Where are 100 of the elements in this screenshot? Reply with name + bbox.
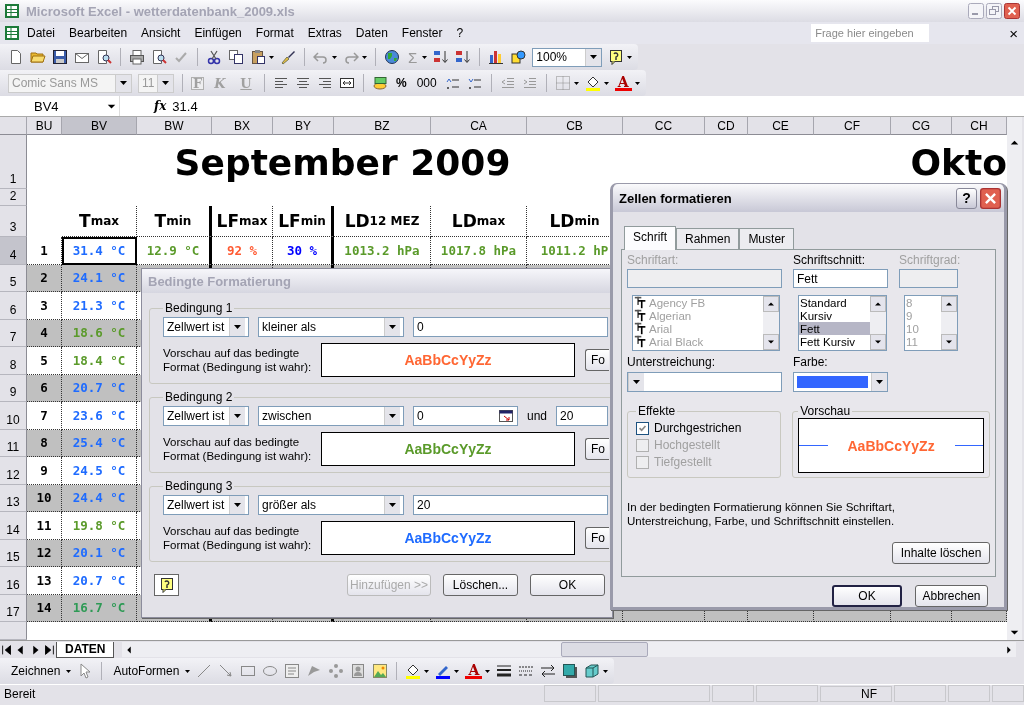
shadow-square-icon[interactable] <box>562 663 579 679</box>
bar-chart-icon[interactable] <box>488 49 505 65</box>
caret-icon[interactable] <box>234 414 241 418</box>
row-header[interactable]: 15 <box>0 539 27 567</box>
column-header[interactable]: BZ <box>334 117 431 135</box>
image-icon[interactable] <box>372 663 389 679</box>
caret-icon[interactable] <box>634 81 640 85</box>
align-left-icon[interactable] <box>273 75 289 91</box>
column-header[interactable]: BW <box>137 117 212 135</box>
row-header[interactable]: 7 <box>0 319 27 347</box>
row-header[interactable]: 3 <box>0 206 27 237</box>
dot-ring-icon[interactable] <box>328 663 345 679</box>
cube-icon[interactable] <box>584 663 601 679</box>
page-magnifier-icon[interactable] <box>96 49 112 65</box>
range-select-icon[interactable] <box>498 408 514 424</box>
row-header[interactable]: 1 <box>0 135 27 189</box>
list-item[interactable]: Kursiv <box>799 309 870 322</box>
row-header[interactable]: 10 <box>0 402 27 430</box>
font-color-button[interactable]: A <box>465 663 483 679</box>
value-field[interactable]: 0 <box>413 317 608 337</box>
text-field[interactable] <box>899 269 958 288</box>
column-header[interactable]: BV <box>62 117 137 135</box>
help-icon[interactable] <box>608 49 625 65</box>
column-header[interactable]: CH <box>952 117 1007 135</box>
first-icon[interactable] <box>0 642 14 657</box>
caret-icon[interactable] <box>269 55 274 59</box>
row-header[interactable]: 2 <box>0 189 27 206</box>
row-header[interactable]: 11 <box>0 429 27 457</box>
portrait-frame-icon[interactable] <box>350 663 367 679</box>
page-magnifier-icon[interactable] <box>151 49 167 65</box>
column-header[interactable]: CC <box>623 117 705 135</box>
dash-style-icon[interactable] <box>518 663 535 679</box>
copy-pages-icon[interactable] <box>228 49 244 65</box>
name-box[interactable]: BV4 <box>0 96 120 116</box>
text-field[interactable] <box>627 269 782 288</box>
caret-icon[interactable] <box>362 55 367 59</box>
column-header[interactable]: CD <box>705 117 748 135</box>
text-field[interactable]: Fett <box>793 269 888 288</box>
banknote-icon[interactable] <box>372 75 388 91</box>
format-button[interactable]: Fo <box>585 349 609 371</box>
caret-icon[interactable] <box>603 669 609 673</box>
checkbox[interactable] <box>636 421 649 435</box>
dialog-button[interactable]: Löschen... <box>443 574 518 596</box>
menu-item[interactable]: Fenster <box>394 24 450 42</box>
column-header[interactable]: CE <box>748 117 814 135</box>
value-field[interactable]: 20 <box>413 495 608 515</box>
caret-icon[interactable] <box>332 55 337 59</box>
clipboard-icon[interactable] <box>250 49 266 65</box>
caret-icon[interactable] <box>876 380 883 384</box>
caret-icon[interactable] <box>234 325 241 329</box>
row-header[interactable]: 4 <box>0 237 27 265</box>
close-icon[interactable] <box>1004 3 1020 19</box>
row-header[interactable]: 17 <box>0 594 27 622</box>
caret-icon[interactable] <box>627 55 633 59</box>
zoom-dropdown[interactable]: 100% <box>532 47 603 67</box>
menu-item[interactable]: Datei <box>20 24 62 42</box>
column-header[interactable]: BX <box>212 117 273 135</box>
double-arrow-icon[interactable] <box>540 663 557 679</box>
draw-menu[interactable]: Zeichnen <box>8 664 64 678</box>
menu-item[interactable]: Einfügen <box>187 24 249 42</box>
oval-icon[interactable] <box>262 663 279 679</box>
folder-icon[interactable] <box>30 49 46 65</box>
clear-button[interactable]: Inhalte löschen <box>892 542 990 564</box>
menu-item[interactable]: Extras <box>300 24 349 42</box>
help-button[interactable]: ? <box>956 187 977 209</box>
shapes-icon[interactable] <box>510 49 527 65</box>
row-header[interactable]: 12 <box>0 457 27 485</box>
tab[interactable]: Muster <box>739 228 795 249</box>
operator-dropdown[interactable]: größer als <box>258 495 404 515</box>
merge-cells-icon[interactable] <box>339 75 355 91</box>
column-header[interactable]: BY <box>273 117 334 135</box>
autoshapes-menu[interactable]: AutoFormen <box>110 664 183 678</box>
paint-bucket-icon[interactable] <box>584 75 601 91</box>
row-header[interactable]: 13 <box>0 484 27 512</box>
rectangle-icon[interactable] <box>240 663 257 679</box>
row-header[interactable]: 8 <box>0 347 27 375</box>
list-item[interactable]: Fett Kursiv <box>799 335 870 348</box>
caret-icon[interactable] <box>590 55 598 59</box>
operand-dropdown[interactable]: Zellwert ist <box>163 406 249 426</box>
list-item[interactable]: Fett <box>799 322 870 335</box>
operator-dropdown[interactable]: kleiner als <box>258 317 404 337</box>
arrow-icon[interactable] <box>218 663 235 679</box>
tab[interactable]: Rahmen <box>676 228 740 249</box>
printer-icon[interactable] <box>129 49 145 65</box>
help-button[interactable] <box>154 574 180 596</box>
function-button[interactable]: fx <box>154 99 167 113</box>
caret-icon[interactable] <box>422 55 428 59</box>
caret-icon[interactable] <box>162 81 169 85</box>
caret-icon[interactable] <box>389 414 396 418</box>
dialog-button[interactable]: OK <box>530 574 605 596</box>
value-field[interactable]: 20 <box>556 406 609 426</box>
row-header[interactable]: 6 <box>0 292 27 320</box>
question-field[interactable]: Frage hier eingeben <box>811 24 930 42</box>
close-document-button[interactable]: × <box>1009 24 1018 42</box>
tab[interactable]: Schrift <box>624 226 676 250</box>
column-header[interactable]: CF <box>814 117 891 135</box>
format-button[interactable]: Fo <box>585 438 609 460</box>
operand-dropdown[interactable]: Zellwert ist <box>163 317 249 337</box>
column-header[interactable]: CG <box>891 117 952 135</box>
globe-icon[interactable] <box>384 49 400 65</box>
